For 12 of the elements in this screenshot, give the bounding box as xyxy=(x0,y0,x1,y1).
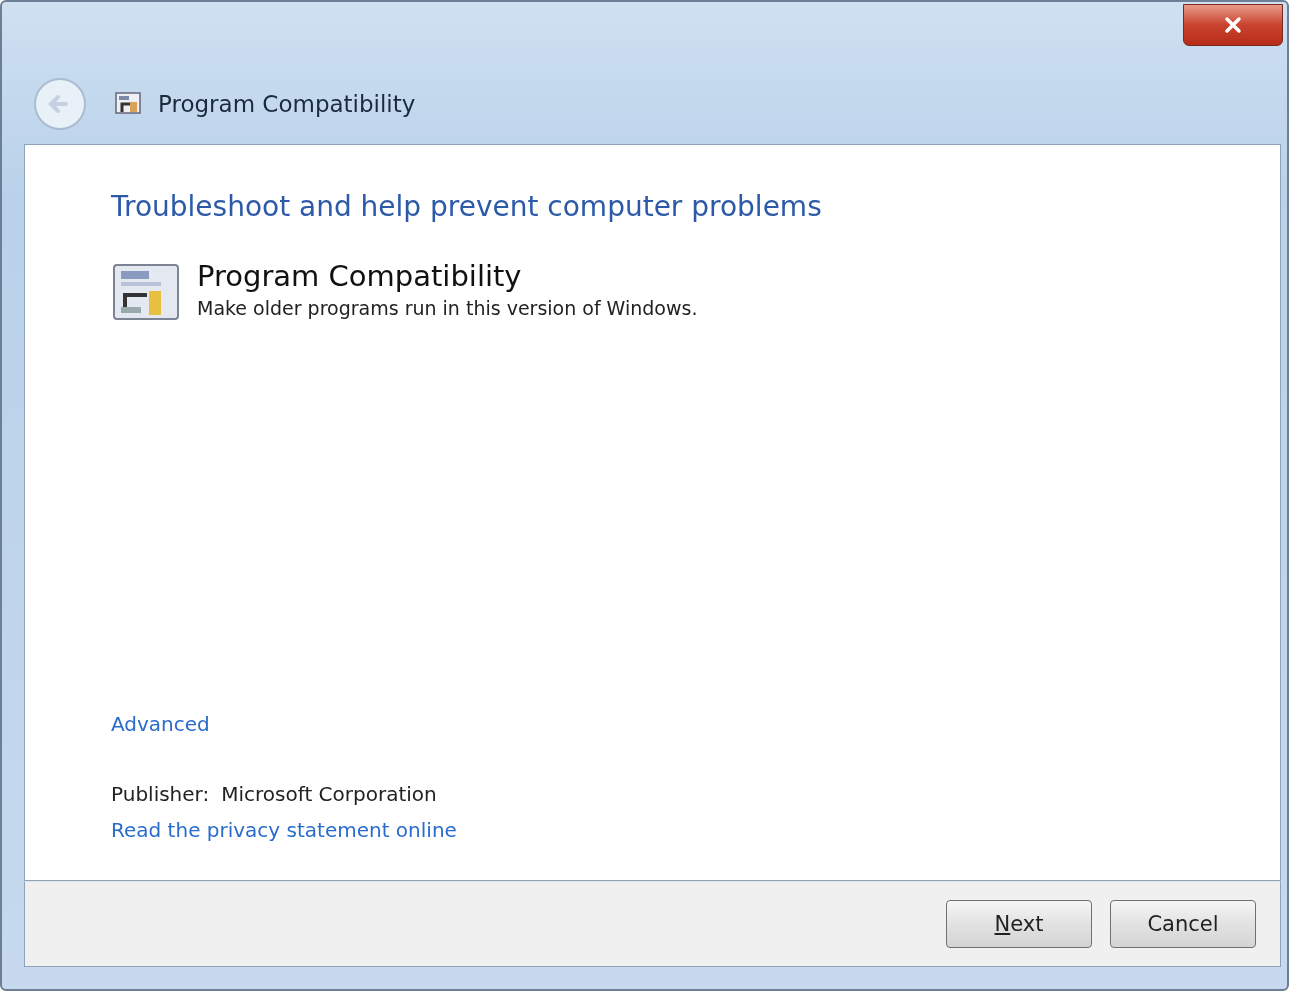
advanced-link[interactable]: Advanced xyxy=(111,712,210,736)
close-button[interactable] xyxy=(1183,4,1283,46)
troubleshooter-title[interactable]: Program Compatibility xyxy=(197,261,698,293)
window-title: Program Compatibility xyxy=(158,91,416,117)
close-icon xyxy=(1222,16,1244,34)
dialog-button[interactable]: Next xyxy=(946,900,1092,948)
dialog-button[interactable]: Cancel xyxy=(1110,900,1256,948)
publisher-name: Microsoft Corporation xyxy=(221,782,437,806)
privacy-link[interactable]: Read the privacy statement online xyxy=(111,818,457,842)
page-heading: Troubleshoot and help prevent computer problems xyxy=(111,190,823,223)
publisher-label: Publisher: xyxy=(111,782,210,806)
troubleshooter-description: Make older programs run in this version of Windows. xyxy=(197,296,698,319)
